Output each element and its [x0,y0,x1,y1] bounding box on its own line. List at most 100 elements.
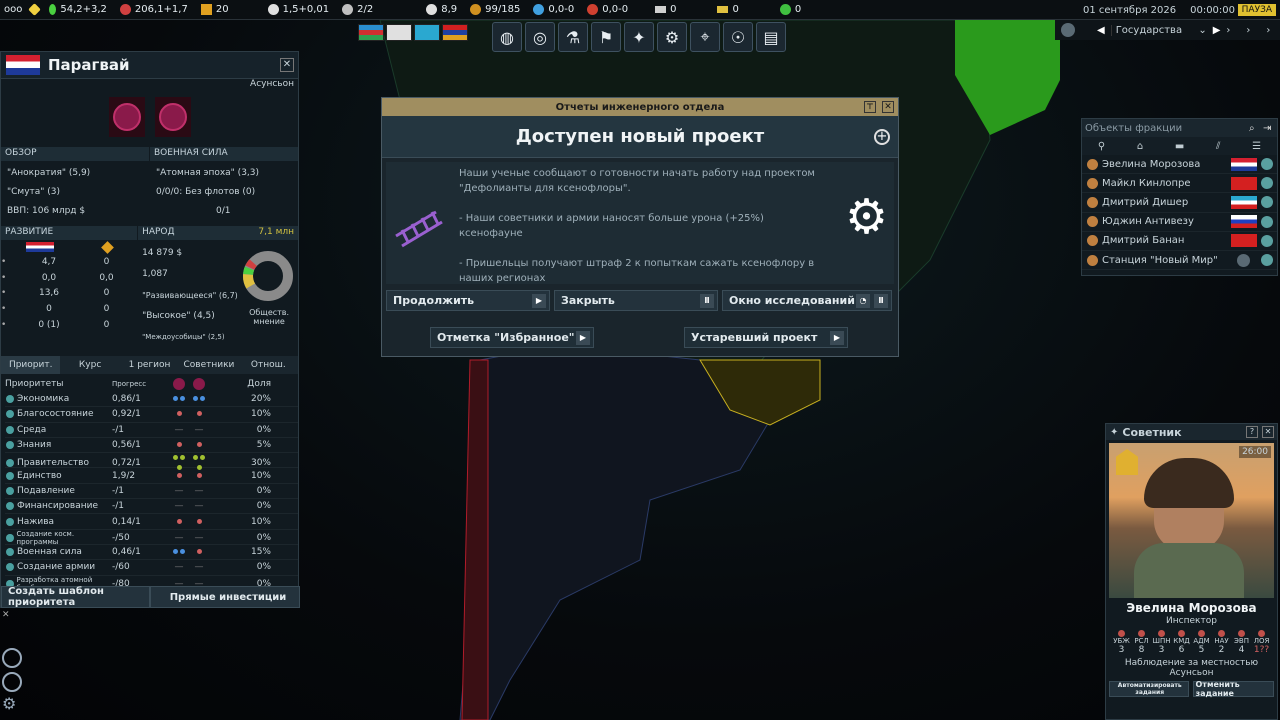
priority-dots[interactable] [154,517,224,527]
control-point-1[interactable] [108,97,145,137]
research-tree-icon[interactable]: ⚗ [558,22,588,52]
filter-habitats-icon[interactable]: ⌂ [1137,141,1143,152]
priority-dots[interactable]: — — [154,562,224,572]
faction-search-input[interactable]: Объекты фракции [1082,123,1249,134]
priority-dots[interactable] [154,409,224,419]
direct-investment-button[interactable]: Прямые инвестиции [150,586,300,608]
faction-member-row[interactable]: Станция "Новый Мир" [1082,251,1277,271]
close-icon[interactable]: ✕ [280,58,294,72]
dialog-close-icon[interactable]: ✕ [882,101,894,113]
miltech-row[interactable]: "Атомная эпоха" (3,3) [156,164,292,183]
search-icon[interactable]: ⌕ [1249,123,1263,134]
priority-row[interactable]: Создание армии -/60 — — 0% [5,560,298,576]
play-icon[interactable]: ▶ [1213,25,1221,36]
tab-1[interactable]: Курс [60,356,119,374]
priority-row[interactable]: Единство 1,9/2 10% [5,468,298,484]
unrest-row[interactable]: "Смута" (3) [7,183,143,202]
tab-2[interactable]: 1 регион [120,356,179,374]
filter-armies-icon[interactable]: ▬ [1175,141,1184,152]
location-icon[interactable]: ⌖ [690,22,720,52]
flag-armenia[interactable] [442,24,468,41]
priority-dots[interactable]: — — [154,501,224,511]
network-icon[interactable] [2,672,22,692]
mission-icon[interactable] [1261,254,1273,267]
faction-member-row[interactable]: Юджин Антивезу [1082,213,1277,232]
policies-icon[interactable]: ⚙ [657,22,687,52]
opinion-donut[interactable] [241,249,295,303]
development-row[interactable]: • 0 (1) 0 [1,317,137,333]
advisor-stat[interactable]: КМД 6 [1173,630,1190,655]
development-row[interactable]: • 0,0 0,0 [1,270,137,286]
priority-row[interactable]: Создание косм. программы -/50 — — 0% [5,530,298,546]
priority-row[interactable]: Благосостояние 0,92/1 10% [5,407,298,423]
priority-dots[interactable]: — — [154,425,224,435]
tab-4[interactable]: Отнош. [239,356,298,374]
automate-button[interactable]: Автоматизировать задания [1109,681,1189,697]
speed3-icon[interactable]: › [1266,25,1270,36]
priority-dots[interactable] [154,547,224,557]
advisor-stat[interactable]: УБЖ 3 [1113,630,1130,655]
pause-badge[interactable]: ПАУЗА [1237,4,1276,16]
faction-member-row[interactable]: Дмитрий Банан [1082,232,1277,251]
globe-icon[interactable] [1061,23,1075,37]
mission-icon[interactable] [1261,196,1273,209]
advisor-stat[interactable]: ШПН 3 [1153,630,1171,655]
favorite-button[interactable]: Отметка "Избранное" ▶ [430,327,594,348]
faction-member-row[interactable]: Майкл Кинлопре [1082,174,1277,194]
control-point-2[interactable] [154,97,191,137]
priority-row[interactable]: Знания 0,56/1 5% [5,438,298,454]
nukes-row[interactable]: 0/1 [156,202,292,221]
view-select[interactable]: Государства ⌄ [1110,24,1207,36]
speed1-icon[interactable]: › [1226,25,1230,36]
priority-row[interactable]: Финансирование -/1 — — 0% [5,499,298,515]
priority-dots[interactable] [154,471,224,481]
research-window-button[interactable]: Окно исследований ◔ Ⅱ [722,290,892,311]
brain-icon[interactable]: ☉ [723,22,753,52]
create-template-button[interactable]: Создать шаблон приоритета [1,586,150,608]
priority-dots[interactable] [154,440,224,450]
gdp-row[interactable]: ВВП: 106 млрд $ [7,202,143,221]
advisor-stat[interactable]: НАУ 2 [1214,630,1229,655]
advisor-stat[interactable]: ЛОЯ 1?? [1254,630,1269,655]
faction-member-row[interactable]: Эвелина Морозова [1082,155,1277,175]
development-row[interactable]: • 4,7 0 [1,254,137,270]
ships-icon[interactable]: ✦ [624,22,654,52]
pin-icon[interactable]: ⊤ [864,101,876,113]
flag-other[interactable] [386,24,412,41]
government-row[interactable]: "Анократия" (5,9) [7,164,143,183]
priority-row[interactable]: Нажива 0,14/1 10% [5,514,298,530]
priority-dots[interactable]: — — [154,486,224,496]
advisor-stat[interactable]: РСЛ 8 [1134,630,1149,655]
cancel-mission-button[interactable]: Отменить задание [1192,680,1274,698]
mission-icon[interactable] [1261,158,1273,171]
collapse-icon[interactable]: ⇥ [1263,123,1277,134]
priority-row[interactable]: Экономика 0,86/1 20% [5,392,298,408]
gear-icon[interactable]: ⚙ [2,694,22,714]
orbit-icon[interactable]: ◎ [525,22,555,52]
help-icon[interactable]: ? [1246,426,1258,438]
tab-3[interactable]: Советники [179,356,238,374]
flag-azerbaijan[interactable] [358,24,384,41]
add-circle-icon[interactable]: + [874,128,890,145]
mission-icon[interactable] [1261,234,1273,247]
mission-icon[interactable] [1261,215,1273,228]
advisor-stat[interactable]: ЭВП 4 [1234,630,1249,655]
priority-row[interactable]: Среда -/1 — — 0% [5,423,298,438]
advisor-portrait[interactable]: 26:00 [1109,443,1274,598]
development-row[interactable]: • 13,6 0 [1,285,137,301]
development-row[interactable]: • 0 0 [1,301,137,317]
advisor-close-icon[interactable]: ✕ [1262,426,1274,438]
fleets-row[interactable]: 0/0/0: Без флотов (0) [156,183,292,202]
priority-dots[interactable] [154,394,224,404]
prev-arrow-icon[interactable]: ◀ [1097,25,1105,36]
filter-fleets-icon[interactable]: ⫽ [1216,141,1220,152]
obsolete-button[interactable]: Устаревший проект ▶ [684,327,848,348]
objectives-icon[interactable]: ⚑ [591,22,621,52]
close-small-icon[interactable]: ✕ [2,610,14,622]
priority-dots[interactable]: — — [154,533,224,543]
settings-sliders-icon[interactable]: ☰ [1252,141,1261,152]
cohesion[interactable]: "Междоусобицы" (2,5) [142,327,294,348]
priority-row[interactable]: Военная сила 0,46/1 15% [5,545,298,561]
filter-agents-icon[interactable]: ⚲ [1098,141,1105,152]
priority-row[interactable]: Подавление -/1 — — 0% [5,484,298,500]
